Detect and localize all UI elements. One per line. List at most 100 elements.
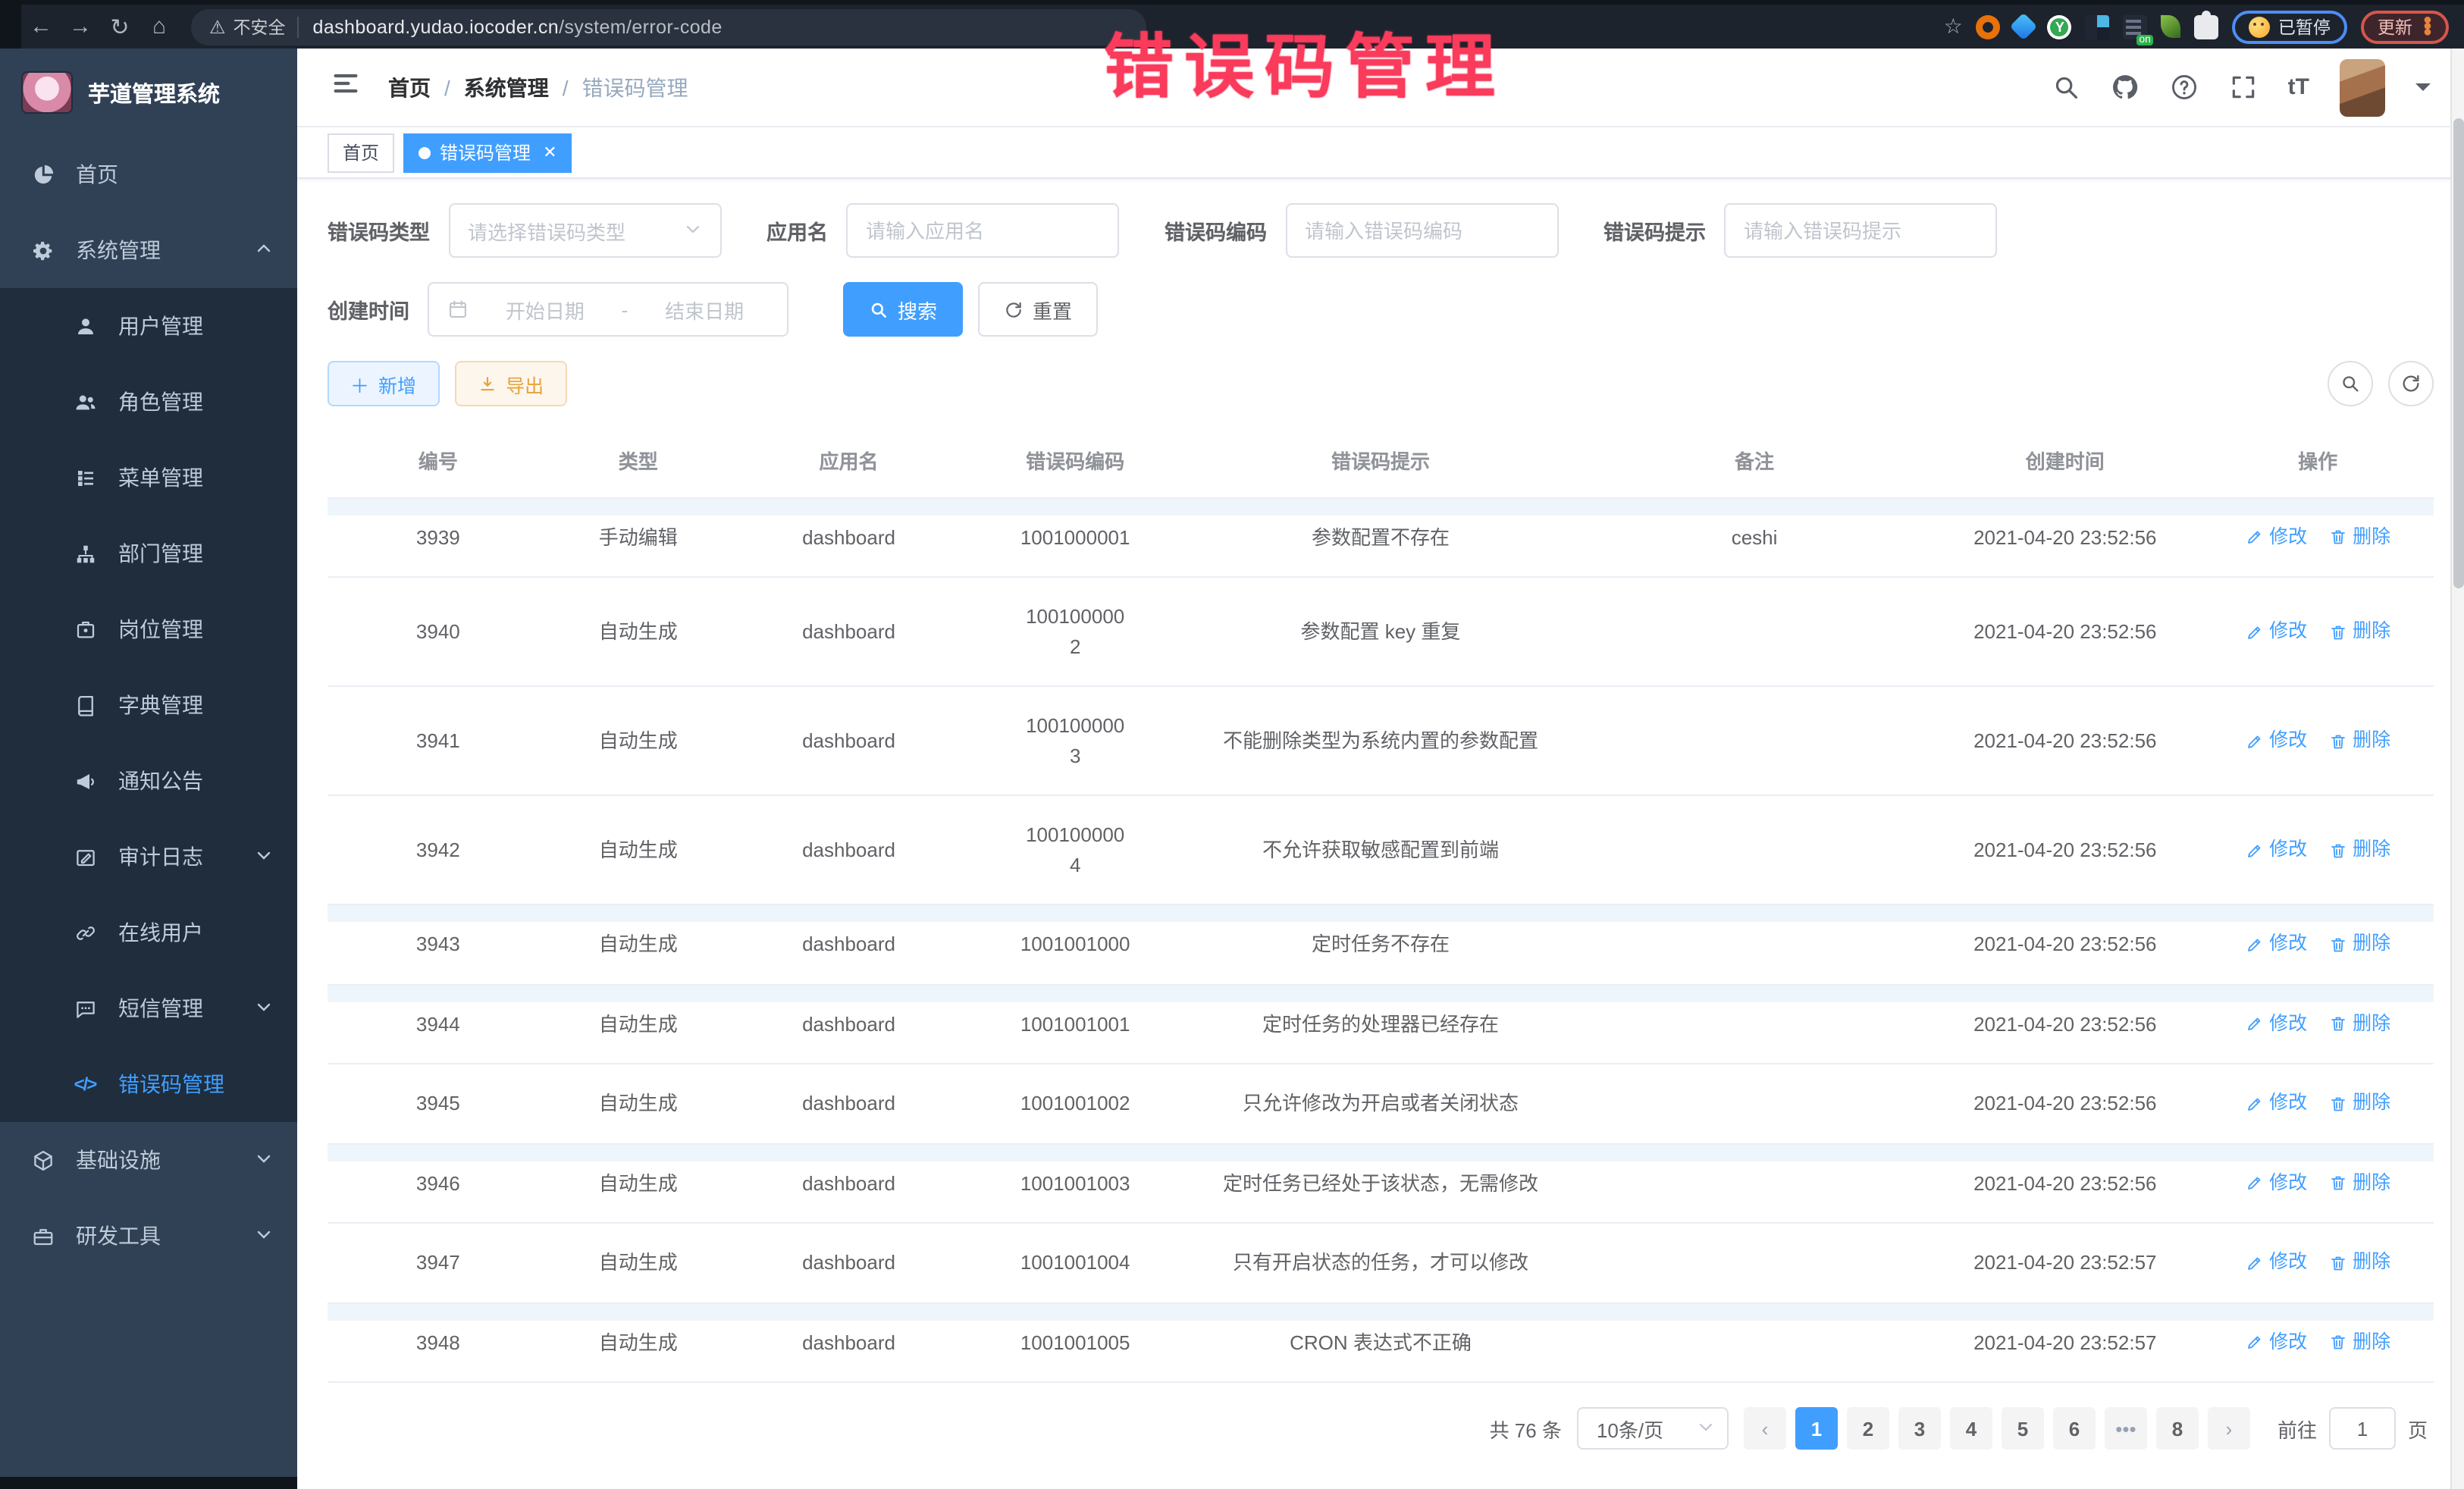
page-size-value: 10条/页 — [1597, 1414, 1663, 1443]
delete-link[interactable]: 删除 — [2328, 1010, 2390, 1039]
edit-link[interactable]: 修改 — [2245, 617, 2307, 646]
update-button[interactable]: 更新 ●●● — [2361, 10, 2449, 43]
cube-icon — [30, 1148, 55, 1172]
fullscreen-icon[interactable] — [2229, 73, 2258, 102]
edit-link[interactable]: 修改 — [2245, 1249, 2307, 1277]
sidebar-item-users[interactable]: 用户管理 — [0, 288, 297, 364]
page-size-select[interactable]: 10条/页 — [1577, 1407, 1729, 1450]
edit-link[interactable]: 修改 — [2245, 930, 2307, 959]
avatar[interactable] — [2340, 58, 2385, 116]
sidebar-item-notices[interactable]: 通知公告 — [0, 743, 297, 819]
sidebar-item-home[interactable]: 首页 — [0, 136, 297, 212]
scrollbar-thumb[interactable] — [2453, 118, 2464, 588]
font-size-icon[interactable]: tT — [2288, 74, 2309, 100]
system-submenu: 用户管理 角色管理 菜单管理 部门管理 — [0, 288, 297, 1122]
edit-link[interactable]: 修改 — [2245, 1328, 2307, 1357]
sidebar-item-error-code[interactable]: </> 错误码管理 — [0, 1046, 297, 1122]
bookmark-star-icon[interactable]: ☆ — [1944, 14, 1963, 39]
search-icon[interactable] — [2052, 73, 2080, 102]
browser-menu-icon[interactable]: ●●● — [2423, 17, 2432, 36]
browser-back-icon[interactable]: ← — [21, 14, 61, 39]
edit-link[interactable]: 修改 — [2245, 726, 2307, 755]
error-code-table: 编号 类型 应用名 错误码编码 错误码提示 备注 创建时间 操作 3939 手动… — [328, 428, 2434, 1383]
close-icon[interactable]: ✕ — [543, 143, 556, 162]
page-button-3[interactable]: 3 — [1898, 1407, 1941, 1450]
browser-home-icon[interactable]: ⌂ — [140, 14, 179, 39]
page-scrollbar[interactable] — [2450, 49, 2464, 1489]
prev-page-button[interactable]: ‹ — [1744, 1407, 1786, 1450]
show-search-button[interactable] — [2328, 361, 2373, 406]
more-pages-icon[interactable]: ••• — [2105, 1407, 2147, 1450]
export-button[interactable]: 导出 — [454, 361, 566, 406]
sidebar-item-dev-tools[interactable]: 研发工具 — [0, 1198, 297, 1274]
extension-leaf-icon[interactable] — [2161, 15, 2181, 38]
sidebar-item-sms[interactable]: 短信管理 — [0, 970, 297, 1046]
delete-link[interactable]: 删除 — [2328, 1249, 2390, 1277]
sidebar-logo[interactable]: 芋道管理系统 — [0, 49, 297, 136]
browser-reload-icon[interactable]: ↻ — [100, 13, 140, 40]
address-bar[interactable]: ⚠ 不安全 dashboard.yudao.iocoder.cn/system/… — [191, 8, 1146, 45]
sidebar-item-posts[interactable]: 岗位管理 — [0, 591, 297, 667]
error-code-input[interactable] — [1305, 219, 1538, 242]
page-button-2[interactable]: 2 — [1847, 1407, 1889, 1450]
extension-onlist-icon[interactable] — [2124, 14, 2148, 39]
users-icon — [73, 390, 97, 414]
delete-link[interactable]: 删除 — [2328, 617, 2390, 646]
table-row: 3944 自动生成 dashboard 1001001001 定时任务的处理器已… — [328, 985, 2434, 1064]
delete-link[interactable]: 删除 — [2328, 1328, 2390, 1357]
delete-link[interactable]: 删除 — [2328, 523, 2390, 552]
extension-grid-icon[interactable] — [2086, 14, 2110, 39]
tag-home[interactable]: 首页 — [328, 133, 394, 172]
reset-button[interactable]: 重置 — [978, 282, 1098, 337]
profile-paused-pill[interactable]: 已暂停 — [2233, 10, 2347, 43]
sidebar-item-dictionary[interactable]: 字典管理 — [0, 667, 297, 743]
sidebar-item-roles[interactable]: 角色管理 — [0, 364, 297, 440]
edit-link[interactable]: 修改 — [2245, 1089, 2307, 1118]
goto-page-input[interactable] — [2329, 1407, 2396, 1450]
sidebar-item-online-users[interactable]: 在线用户 — [0, 895, 297, 970]
browser-forward-icon[interactable]: → — [61, 14, 100, 39]
delete-link[interactable]: 删除 — [2328, 930, 2390, 959]
search-button[interactable]: 搜索 — [843, 282, 963, 337]
date-range-picker[interactable]: 开始日期 - 结束日期 — [428, 282, 788, 337]
sidebar-item-audit-log[interactable]: 审计日志 — [0, 819, 297, 895]
refresh-button[interactable] — [2388, 361, 2434, 406]
edit-link[interactable]: 修改 — [2245, 1169, 2307, 1198]
page-button-1[interactable]: 1 — [1795, 1407, 1838, 1450]
extension-gem-icon[interactable] — [2011, 13, 2039, 41]
breadcrumb-system[interactable]: 系统管理 — [464, 72, 549, 102]
extension-orange-icon[interactable] — [1977, 14, 2001, 39]
sidebar-item-infrastructure[interactable]: 基础设施 — [0, 1122, 297, 1198]
page-button-4[interactable]: 4 — [1950, 1407, 1992, 1450]
caret-down-icon[interactable] — [2415, 83, 2431, 99]
page-button-5[interactable]: 5 — [2002, 1407, 2044, 1450]
error-type-select[interactable]: 请选择错误码类型 — [448, 203, 721, 258]
delete-link[interactable]: 删除 — [2328, 1169, 2390, 1198]
tag-error-code[interactable]: 错误码管理 ✕ — [403, 133, 572, 172]
sidebar-item-menus[interactable]: 菜单管理 — [0, 440, 297, 516]
edit-link[interactable]: 修改 — [2245, 1010, 2307, 1039]
page-button-8[interactable]: 8 — [2156, 1407, 2199, 1450]
edit-link[interactable]: 修改 — [2245, 523, 2307, 552]
next-page-button[interactable]: › — [2208, 1407, 2250, 1450]
edit-link[interactable]: 修改 — [2245, 835, 2307, 864]
add-button[interactable]: ＋ 新增 — [328, 361, 439, 406]
extensions-puzzle-icon[interactable] — [2195, 14, 2219, 39]
delete-link[interactable]: 删除 — [2328, 726, 2390, 755]
chevron-up-icon — [255, 238, 273, 262]
delete-link[interactable]: 删除 — [2328, 1089, 2390, 1118]
app-name-input[interactable] — [866, 219, 1099, 242]
sidebar-item-system[interactable]: 系统管理 — [0, 212, 297, 288]
breadcrumb-home[interactable]: 首页 — [388, 72, 431, 102]
extension-y-icon[interactable] — [2048, 14, 2072, 39]
pager: ‹123456•••8› — [1744, 1407, 2250, 1450]
sidebar: 芋道管理系统 首页 系统管理 用户管理 — [0, 49, 297, 1489]
delete-link[interactable]: 删除 — [2328, 835, 2390, 864]
github-icon[interactable] — [2111, 73, 2140, 102]
cell-actions: 修改 删除 — [2202, 985, 2434, 1063]
error-hint-input[interactable] — [1744, 219, 1977, 242]
sidebar-item-departments[interactable]: 部门管理 — [0, 516, 297, 591]
page-button-6[interactable]: 6 — [2053, 1407, 2096, 1450]
help-icon[interactable] — [2170, 73, 2199, 102]
hamburger-icon[interactable] — [331, 68, 361, 106]
